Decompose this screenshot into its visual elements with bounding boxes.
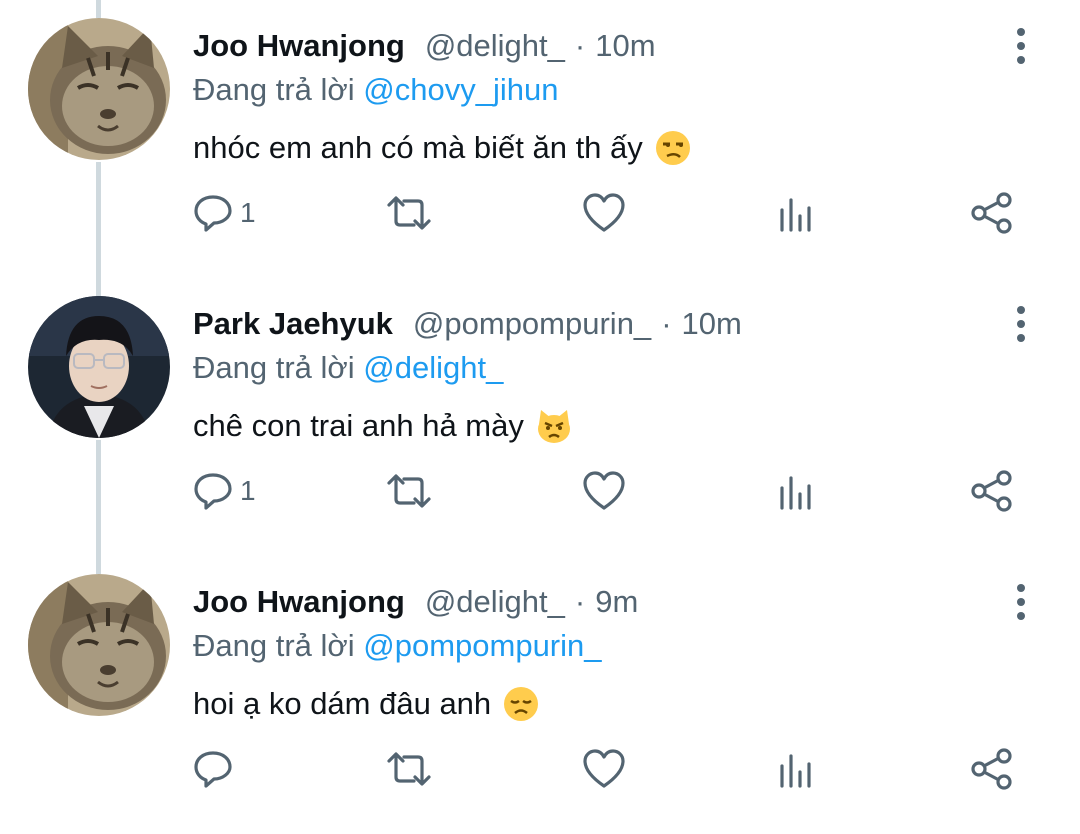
- more-options-icon[interactable]: [1006, 304, 1036, 344]
- like-icon: [583, 749, 625, 788]
- user-handle[interactable]: @delight_: [425, 584, 565, 620]
- share-icon: [971, 192, 1012, 234]
- tweet[interactable]: Joo Hwanjong @delight_ · 10m Đang trả lờ…: [0, 0, 1080, 278]
- reply-button[interactable]: [192, 746, 240, 792]
- replying-to-label: Đang trả lời: [193, 72, 355, 107]
- separator: ·: [661, 306, 672, 341]
- display-name[interactable]: Joo Hwanjong: [193, 28, 405, 64]
- replying-to-label: Đang trả lời: [193, 628, 355, 663]
- reply-icon: [194, 195, 232, 232]
- avatar[interactable]: [28, 18, 170, 160]
- retweet-button[interactable]: [386, 746, 432, 792]
- disappointed-face-emoji: [503, 686, 539, 722]
- tweet-body: chê con trai anh hả mày: [193, 408, 524, 443]
- display-name[interactable]: Joo Hwanjong: [193, 584, 405, 620]
- retweet-button[interactable]: [386, 468, 432, 514]
- timestamp[interactable]: 9m: [595, 584, 638, 620]
- more-options-icon[interactable]: [1006, 26, 1036, 66]
- tweet-actions: 1: [192, 468, 1022, 514]
- analytics-icon: [780, 754, 811, 788]
- reply-count: 1: [240, 197, 256, 228]
- retweet-icon: [387, 474, 431, 508]
- retweet-icon: [387, 196, 431, 230]
- retweet-icon: [387, 752, 431, 786]
- like-icon: [583, 193, 625, 232]
- unamused-face-emoji: [655, 130, 691, 166]
- reply-button[interactable]: 1: [192, 468, 256, 514]
- tweet-body: hoi ạ ko dám đâu anh: [193, 686, 492, 721]
- tweet-text: hoi ạ ko dám đâu anh: [193, 686, 539, 722]
- reply-mention[interactable]: @delight_: [363, 350, 503, 385]
- analytics-button[interactable]: [778, 468, 818, 514]
- tweet-body: nhóc em anh có mà biết ăn th ấy: [193, 130, 643, 165]
- like-button[interactable]: [582, 468, 626, 514]
- reply-mention[interactable]: @pompompurin_: [363, 628, 601, 663]
- pouting-cat-face-emoji: [536, 408, 572, 444]
- share-icon: [971, 470, 1012, 512]
- replying-to: Đang trả lời @pompompurin_: [193, 628, 602, 664]
- user-handle[interactable]: @pompompurin_: [413, 306, 651, 342]
- reply-mention[interactable]: @chovy_jihun: [363, 72, 558, 107]
- analytics-icon: [780, 198, 811, 232]
- more-options-icon[interactable]: [1006, 582, 1036, 622]
- tweet-header: Joo Hwanjong @delight_ · 9m: [193, 582, 638, 622]
- tweet[interactable]: Joo Hwanjong @delight_ · 9m Đang trả lời…: [0, 556, 1080, 834]
- separator: ·: [574, 584, 586, 619]
- reply-count: 1: [240, 475, 256, 506]
- replying-to-label: Đang trả lời: [193, 350, 355, 385]
- retweet-button[interactable]: [386, 190, 432, 236]
- analytics-icon: [780, 476, 811, 510]
- avatar[interactable]: [28, 296, 170, 438]
- tweet-text: chê con trai anh hả mày: [193, 408, 572, 444]
- analytics-button[interactable]: [778, 190, 818, 236]
- tweet-actions: 1: [192, 190, 1022, 236]
- share-button[interactable]: [970, 746, 1014, 792]
- tweet-text: nhóc em anh có mà biết ăn th ấy: [193, 130, 691, 166]
- user-handle[interactable]: @delight_: [425, 28, 565, 64]
- like-icon: [583, 471, 625, 510]
- tweet-header: Park Jaehyuk @pompompurin_ · 10m: [193, 304, 742, 344]
- tweet-header: Joo Hwanjong @delight_ · 10m: [193, 26, 656, 66]
- avatar[interactable]: [28, 574, 170, 716]
- like-button[interactable]: [582, 190, 626, 236]
- analytics-button[interactable]: [778, 746, 818, 792]
- timestamp[interactable]: 10m: [595, 28, 655, 64]
- share-button[interactable]: [970, 190, 1014, 236]
- reply-icon: [194, 751, 232, 788]
- reply-icon: [194, 473, 232, 510]
- like-button[interactable]: [582, 746, 626, 792]
- share-button[interactable]: [970, 468, 1014, 514]
- separator: ·: [574, 28, 586, 63]
- tweet-actions: [192, 746, 1022, 792]
- replying-to: Đang trả lời @delight_: [193, 350, 503, 386]
- replying-to: Đang trả lời @chovy_jihun: [193, 72, 558, 108]
- tweet[interactable]: Park Jaehyuk @pompompurin_ · 10m Đang tr…: [0, 278, 1080, 556]
- share-icon: [971, 748, 1012, 790]
- display-name[interactable]: Park Jaehyuk: [193, 306, 393, 342]
- timestamp[interactable]: 10m: [682, 306, 742, 342]
- reply-button[interactable]: 1: [192, 190, 256, 236]
